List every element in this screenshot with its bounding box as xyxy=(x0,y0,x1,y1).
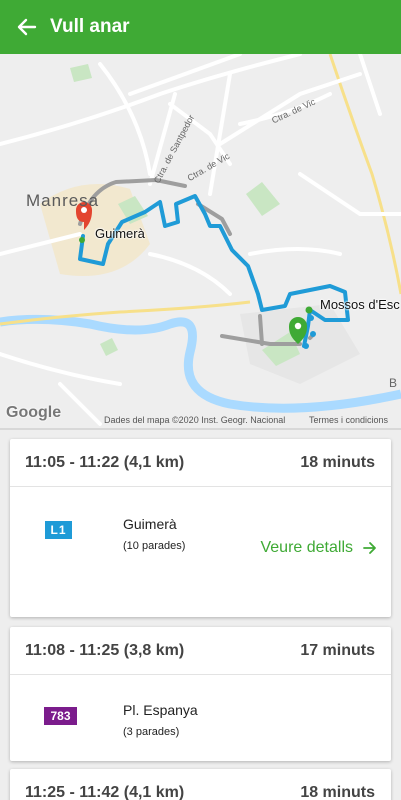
destination-name: Guimerà xyxy=(123,516,177,532)
app-bar: Vull anar xyxy=(0,0,401,54)
origin-stop-label: Guimerà xyxy=(95,226,145,241)
map-canvas xyxy=(0,54,401,428)
time-range: 11:25 - 11:42 (4,1 km) xyxy=(25,784,185,800)
destination-stop-label: Mossos d'Esc xyxy=(320,297,400,312)
route-card[interactable]: 11:05 - 11:22 (4,1 km) 18 minuts L1 Guim… xyxy=(10,439,391,617)
line-badge: L1 xyxy=(45,521,72,539)
city-label: Manresa xyxy=(26,191,100,210)
route-card[interactable]: 11:25 - 11:42 (4,1 km) 18 minuts xyxy=(10,769,391,800)
route-map[interactable]: Manresa Guimerà Mossos d'Esc Ctra. de Vi… xyxy=(0,54,401,428)
destination-name: Pl. Espanya xyxy=(123,702,198,718)
google-logo[interactable]: Google xyxy=(6,404,61,422)
time-range: 11:05 - 11:22 (4,1 km) xyxy=(25,453,185,471)
duration: 18 minuts xyxy=(300,453,375,471)
duration: 18 minuts xyxy=(300,784,375,800)
route-card-header: 11:05 - 11:22 (4,1 km) 18 minuts xyxy=(10,439,391,487)
stop-count: (10 parades) xyxy=(123,540,186,552)
map-attribution: Dades del mapa ©2020 Inst. Geogr. Nacion… xyxy=(104,415,286,425)
arrow-right-icon xyxy=(363,542,376,554)
route-card-header: 11:25 - 11:42 (4,1 km) 18 minuts xyxy=(10,769,391,800)
route-card-header: 11:08 - 11:25 (3,8 km) 17 minuts xyxy=(10,627,391,675)
arrow-left-icon xyxy=(17,18,37,36)
see-details-button[interactable]: Veure detalls xyxy=(260,539,377,557)
time-range: 11:08 - 11:25 (3,8 km) xyxy=(25,641,185,659)
route-card[interactable]: 11:08 - 11:25 (3,8 km) 17 minuts 783 Pl.… xyxy=(10,627,391,761)
page-title: Vull anar xyxy=(50,16,130,37)
route-list[interactable]: 11:05 - 11:22 (4,1 km) 18 minuts L1 Guim… xyxy=(0,428,401,800)
see-details-label: Veure detalls xyxy=(260,539,353,556)
route-card-body: 783 Pl. Espanya (3 parades) xyxy=(10,675,391,757)
line-badge: 783 xyxy=(44,707,77,725)
terms-link[interactable]: Termes i condicions xyxy=(309,415,388,425)
duration: 17 minuts xyxy=(300,641,375,659)
back-button[interactable] xyxy=(4,0,50,54)
stop-count: (3 parades) xyxy=(123,726,180,738)
edge-label: B xyxy=(389,376,398,390)
